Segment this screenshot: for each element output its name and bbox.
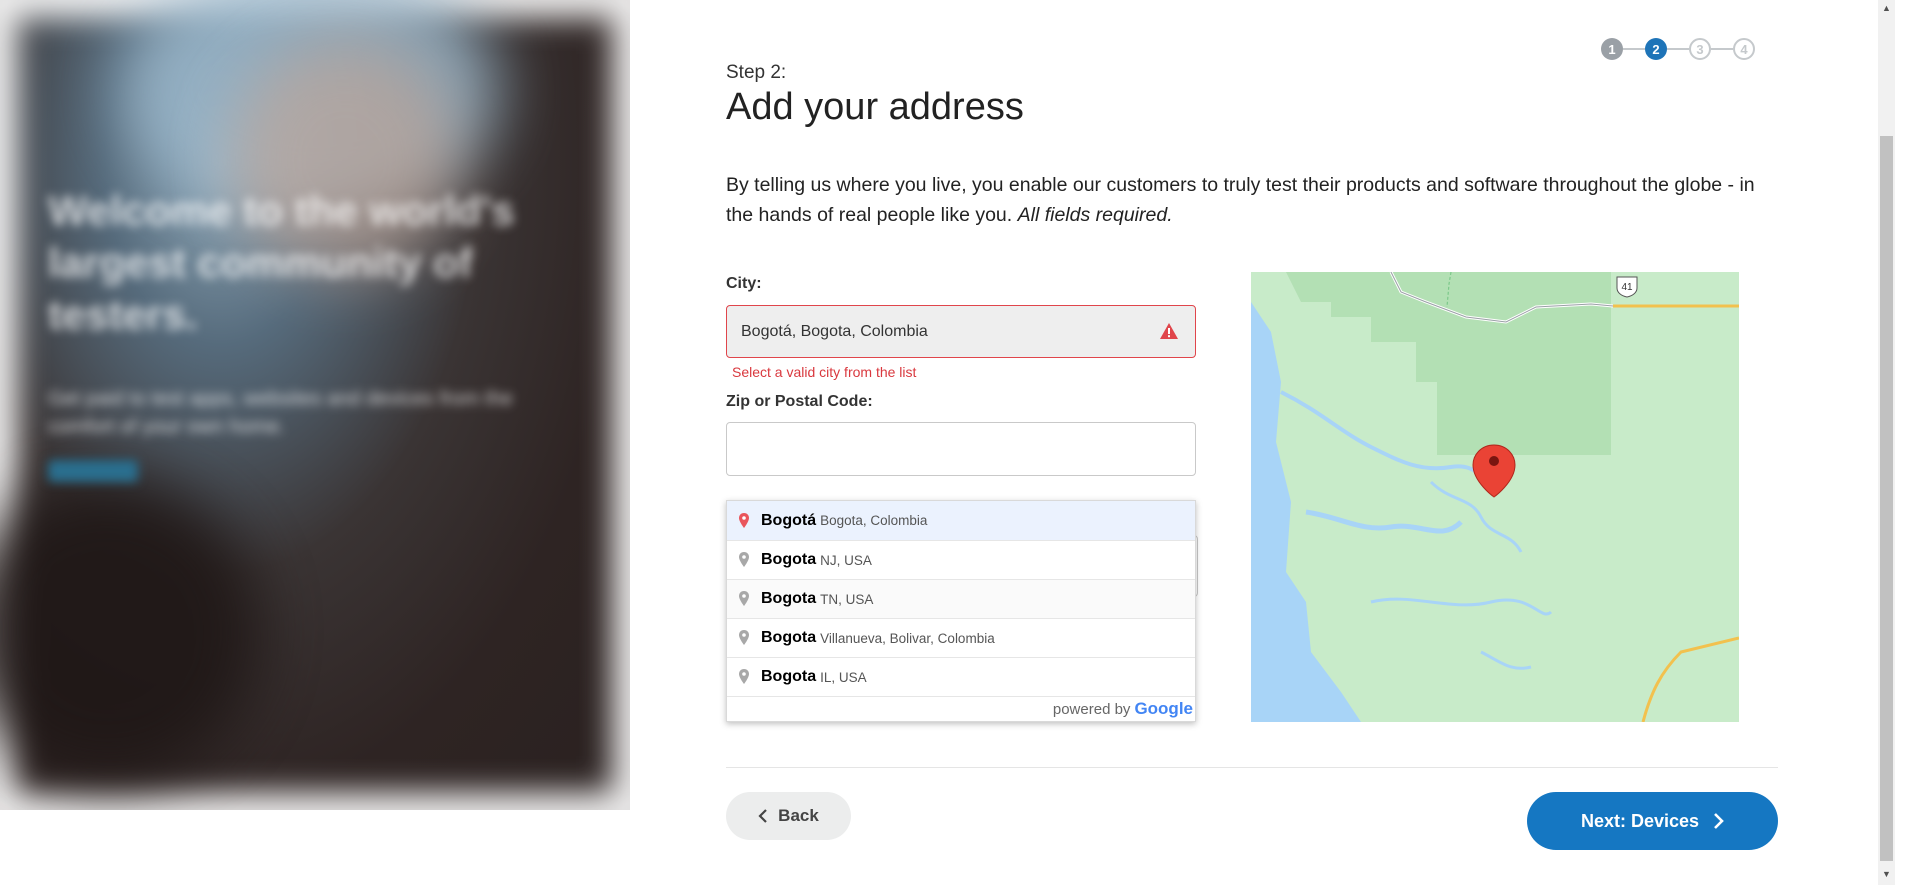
warning-icon: [1160, 323, 1178, 339]
zip-label: Zip or Postal Code:: [726, 393, 873, 410]
page-scrollbar[interactable]: ▲ ▼: [1878, 0, 1895, 885]
location-map[interactable]: 41: [1251, 272, 1739, 722]
hero-title: Welcome to the world's largest community…: [48, 187, 515, 338]
step-connector: [1711, 48, 1733, 50]
autocomplete-match: Bogota: [761, 590, 817, 607]
scroll-down-arrow-icon[interactable]: ▼: [1882, 869, 1891, 879]
step-label: Step 2:: [726, 62, 787, 83]
back-button-label: Back: [778, 806, 819, 825]
city-autocomplete-dropdown: Bogotá Bogota, Colombia Bogota NJ, USA B…: [726, 500, 1196, 722]
autocomplete-match: Bogotá: [761, 511, 817, 529]
powered-by-text: powered by: [1052, 700, 1131, 718]
hero-glow-shadow: [0, 480, 260, 780]
hero-subtitle: Get paid to test apps, websites and devi…: [48, 388, 513, 438]
autocomplete-item[interactable]: Bogota TN, USA: [727, 579, 1195, 618]
chevron-right-icon: [1714, 813, 1724, 829]
scroll-thumb[interactable]: [1880, 136, 1893, 861]
progress-stepper: 1 2 3 4: [1601, 38, 1755, 60]
location-pin-icon: [739, 669, 749, 684]
step-4: 4: [1733, 38, 1755, 60]
location-pin-icon: [739, 552, 749, 567]
autocomplete-match: Bogota: [761, 668, 817, 685]
scroll-up-arrow-icon[interactable]: ▲: [1882, 3, 1891, 13]
location-pin-icon: [739, 512, 749, 528]
autocomplete-item[interactable]: Bogota NJ, USA: [727, 540, 1195, 579]
next-devices-button[interactable]: Next: Devices: [1527, 792, 1778, 850]
powered-by-google: powered by Google: [727, 696, 1195, 721]
autocomplete-secondary: IL, USA: [820, 669, 867, 685]
autocomplete-secondary: NJ, USA: [820, 552, 872, 568]
google-logo: Google: [1134, 699, 1193, 718]
autocomplete-secondary: Bogota, Colombia: [820, 513, 928, 528]
hero-cta-link[interactable]: [48, 460, 138, 482]
intro-text: By telling us where you live, you enable…: [726, 170, 1766, 230]
autocomplete-secondary: TN, USA: [820, 591, 874, 607]
autocomplete-item[interactable]: Bogota IL, USA: [727, 657, 1195, 696]
intro-body: By telling us where you live, you enable…: [726, 174, 1755, 226]
location-pin-icon: [739, 591, 749, 606]
city-input[interactable]: [726, 305, 1196, 358]
autocomplete-item[interactable]: Bogota Villanueva, Bolivar, Colombia: [727, 618, 1195, 657]
step-3: 3: [1689, 38, 1711, 60]
step-2: 2: [1645, 38, 1667, 60]
map-canvas: 41: [1251, 272, 1739, 722]
footer-divider: [726, 767, 1778, 768]
next-button-label: Next: Devices: [1580, 810, 1700, 831]
city-label: City:: [726, 275, 762, 292]
autocomplete-secondary: Villanueva, Bolivar, Colombia: [820, 630, 995, 646]
autocomplete-match: Bogota: [761, 629, 817, 646]
back-button[interactable]: Back: [726, 792, 851, 840]
step-connector: [1623, 48, 1645, 50]
autocomplete-item[interactable]: Bogotá Bogota, Colombia: [727, 501, 1195, 540]
location-pin-icon: [739, 630, 749, 645]
zip-input[interactable]: [726, 422, 1196, 476]
step-connector: [1667, 48, 1689, 50]
hero-panel: Welcome to the world's largest community…: [0, 0, 630, 810]
chevron-left-icon: [758, 809, 767, 823]
step-1: 1: [1601, 38, 1623, 60]
city-error-message: Select a valid city from the list: [732, 364, 917, 380]
intro-emphasis: All fields required.: [1017, 204, 1173, 226]
page-title: Add your address: [726, 86, 1024, 128]
highway-shield-label: 41: [1621, 282, 1633, 293]
autocomplete-match: Bogota: [761, 551, 817, 568]
